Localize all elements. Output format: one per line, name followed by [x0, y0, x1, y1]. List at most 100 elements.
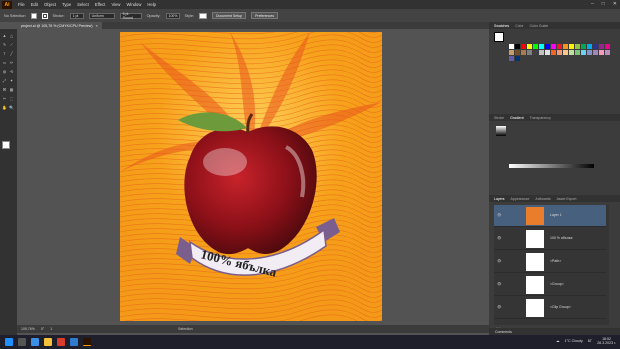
opacity-field[interactable]: 100% — [165, 12, 180, 19]
line-tool-icon[interactable]: ╱ — [9, 51, 14, 56]
swatch-17[interactable] — [509, 50, 514, 55]
blob-brush-tool-icon[interactable]: ◍ — [2, 69, 7, 74]
weather-text[interactable]: 1°C Cloudy — [565, 339, 583, 343]
maximize-icon[interactable]: □ — [602, 1, 605, 7]
visibility-eye-icon[interactable]: 👁 — [497, 213, 501, 217]
zoom-tool-icon[interactable]: 🔍 — [9, 105, 14, 110]
close-icon[interactable]: ✕ — [613, 1, 617, 7]
canvas-area[interactable]: 100% ябълка — [17, 29, 489, 325]
brush-definition[interactable]: 5 pt. Round — [119, 12, 142, 20]
language-indicator[interactable]: БГ — [588, 339, 592, 343]
swatch-30[interactable] — [587, 50, 592, 55]
panel-tab-appearance[interactable]: Appearance — [511, 197, 530, 201]
file-explorer-icon[interactable] — [44, 338, 52, 346]
visibility-eye-icon[interactable]: 👁 — [497, 282, 501, 286]
direct-selection-tool-icon[interactable]: △ — [9, 33, 14, 38]
symbol-sprayer-tool-icon[interactable]: ⌘ — [2, 87, 7, 92]
swatch-8[interactable] — [557, 44, 562, 49]
swatch-23[interactable] — [545, 50, 550, 55]
swatch-4[interactable] — [533, 44, 538, 49]
swatch-fill-preview[interactable] — [494, 32, 504, 42]
menu-item-help[interactable]: Help — [147, 2, 156, 7]
clock[interactable]: 18:52 28.3.2023 г. — [597, 337, 616, 345]
task-view-icon[interactable] — [31, 338, 39, 346]
panel-tab-swatches[interactable]: Swatches — [494, 24, 509, 28]
swatch-35[interactable] — [515, 56, 520, 61]
layer-row[interactable]: 👁 Layer 1 — [494, 205, 606, 227]
swatch-22[interactable] — [539, 50, 544, 55]
swatch-27[interactable] — [569, 50, 574, 55]
preferences-button[interactable]: Preferences — [251, 12, 278, 19]
swatch-7[interactable] — [551, 44, 556, 49]
swatch-6[interactable] — [545, 44, 550, 49]
panel-tab-stroke[interactable]: Stroke — [494, 116, 504, 120]
menu-item-select[interactable]: Select — [77, 2, 89, 7]
curvature-tool-icon[interactable]: ⟋ — [9, 42, 14, 47]
fill-color-icon[interactable] — [2, 141, 10, 149]
swatch-13[interactable] — [587, 44, 592, 49]
swatch-18[interactable] — [515, 50, 520, 55]
swatch-12[interactable] — [581, 44, 586, 49]
graphic-style-swatch[interactable] — [199, 12, 207, 19]
document-tab[interactable]: project.ai @ 105,76 % (CMYK/CPU Preview)… — [17, 22, 102, 29]
edge-icon[interactable] — [70, 338, 78, 346]
menu-item-window[interactable]: Window — [126, 2, 141, 7]
visibility-eye-icon[interactable]: 👁 — [497, 259, 501, 263]
layer-row[interactable]: 👁 <Clip Group> — [494, 297, 606, 319]
visibility-eye-icon[interactable]: 👁 — [497, 236, 501, 240]
pen-tool-icon[interactable]: ✎ — [2, 42, 7, 47]
swatch-2[interactable] — [521, 44, 526, 49]
hand-tool-icon[interactable]: ✋ — [2, 105, 7, 110]
stroke-weight-field[interactable]: 1 pt — [69, 12, 84, 19]
swatch-29[interactable] — [581, 50, 586, 55]
type-tool-icon[interactable]: T — [2, 51, 7, 56]
swatch-15[interactable] — [599, 44, 604, 49]
scissors-tool-icon[interactable]: ✂ — [2, 96, 7, 101]
swatch-33[interactable] — [605, 50, 610, 55]
menu-item-view[interactable]: View — [111, 2, 120, 7]
swatch-1[interactable] — [515, 44, 520, 49]
swatch-20[interactable] — [527, 50, 532, 55]
panel-tab-gradient[interactable]: Gradient — [510, 116, 523, 120]
variable-width-profile[interactable]: Uniform — [88, 12, 115, 19]
layer-row[interactable]: 👁 <Path> — [494, 251, 606, 273]
panel-tab-color-guide[interactable]: Color Guide — [530, 24, 549, 28]
swatch-16[interactable] — [605, 44, 610, 49]
gradient-slider[interactable] — [509, 164, 594, 168]
fill-swatch[interactable] — [30, 12, 37, 19]
stroke-swatch[interactable] — [41, 12, 48, 19]
swatch-11[interactable] — [575, 44, 580, 49]
menu-item-edit[interactable]: Edit — [31, 2, 38, 7]
swatch-21[interactable] — [533, 50, 538, 55]
panel-tab-layers[interactable]: Layers — [494, 197, 505, 201]
graph-tool-icon[interactable]: ▦ — [9, 87, 14, 92]
rotate-tool-icon[interactable]: ⟲ — [9, 69, 14, 74]
comments-tab[interactable]: Comments — [489, 328, 620, 335]
search-icon[interactable] — [18, 338, 26, 346]
swatch-34[interactable] — [509, 56, 514, 61]
start-icon[interactable] — [5, 338, 13, 346]
swatch-26[interactable] — [563, 50, 568, 55]
zoom-level[interactable]: 105,76% — [21, 327, 35, 331]
opera-icon[interactable] — [57, 338, 65, 346]
menu-item-object[interactable]: Object — [44, 2, 56, 7]
artboard[interactable]: 100% ябълка — [120, 32, 382, 321]
minimize-icon[interactable]: – — [591, 1, 594, 7]
swatch-3[interactable] — [527, 44, 532, 49]
swatch-31[interactable] — [593, 50, 598, 55]
swatch-28[interactable] — [575, 50, 580, 55]
panel-tab-asset-export[interactable]: Asset Export — [557, 197, 577, 201]
visibility-eye-icon[interactable]: 👁 — [497, 305, 501, 309]
swatch-5[interactable] — [539, 44, 544, 49]
gradient-thumbnail[interactable] — [496, 126, 506, 136]
menu-item-effect[interactable]: Effect — [95, 2, 106, 7]
swatch-24[interactable] — [551, 50, 556, 55]
panel-tab-transparency[interactable]: Transparency — [530, 116, 551, 120]
swatch-14[interactable] — [593, 44, 598, 49]
selection-tool-icon[interactable]: ▲ — [2, 33, 7, 38]
swatch-19[interactable] — [521, 50, 526, 55]
close-tab-icon[interactable]: × — [96, 24, 98, 28]
menu-item-type[interactable]: Type — [62, 2, 71, 7]
layer-row[interactable]: 👁 100 % ябълка — [494, 228, 606, 250]
artboard-number[interactable]: 1 — [50, 327, 52, 331]
